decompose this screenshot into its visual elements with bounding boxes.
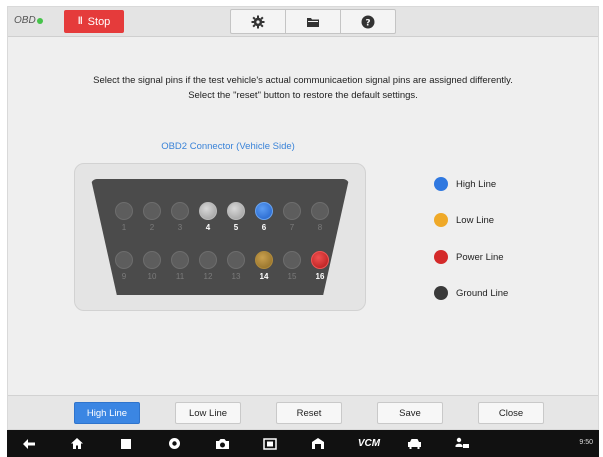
folder-button[interactable] xyxy=(286,10,341,33)
pin-label-10: 10 xyxy=(147,272,157,281)
low-line-button[interactable]: Low Line xyxy=(175,402,241,424)
pin-3[interactable] xyxy=(171,202,189,220)
connector-panel: 1 2 3 4 5 6 7 8 9 10 11 12 13 14 15 16 xyxy=(74,163,366,311)
pin-8[interactable] xyxy=(311,202,329,220)
legend-dot xyxy=(434,213,448,227)
svg-text:?: ? xyxy=(365,18,370,28)
legend-item-high-line: High Line xyxy=(434,176,496,192)
settings-button[interactable] xyxy=(231,10,286,33)
pin-label-14: 14 xyxy=(259,272,269,281)
pin-4[interactable] xyxy=(199,202,217,220)
legend-dot xyxy=(434,250,448,264)
legend-label: Power Line xyxy=(456,251,504,263)
connector-title: OBD2 Connector (Vehicle Side) xyxy=(161,141,295,152)
pin-label-4: 4 xyxy=(205,223,211,232)
car-icon[interactable] xyxy=(402,430,426,457)
pin-16[interactable] xyxy=(311,251,329,269)
pin-13[interactable] xyxy=(227,251,245,269)
pin-label-15: 15 xyxy=(287,272,297,281)
pin-label-6: 6 xyxy=(261,223,267,232)
app-window: OBD ǁ Stop ? Select the signal pins if t… xyxy=(7,6,599,430)
legend-item-ground-line: Ground Line xyxy=(434,285,508,301)
pin-label-2: 2 xyxy=(149,223,155,232)
close-button[interactable]: Close xyxy=(478,402,544,424)
pin-label-11: 11 xyxy=(175,272,185,281)
legend-label: Ground Line xyxy=(456,287,509,299)
pin-label-8: 8 xyxy=(317,223,323,232)
save-button[interactable]: Save xyxy=(377,402,443,424)
status-area: 9:50 xyxy=(579,439,593,446)
pin-label-16: 16 xyxy=(315,272,325,281)
gear-icon xyxy=(251,15,265,28)
folder-icon xyxy=(307,17,319,27)
user-car-icon[interactable] xyxy=(450,430,474,457)
vcm-icon[interactable]: VCM xyxy=(354,430,384,457)
pin-label-13: 13 xyxy=(231,272,241,281)
pin-label-9: 9 xyxy=(121,272,127,281)
high-line-button[interactable]: High Line xyxy=(74,402,140,424)
pin-10[interactable] xyxy=(143,251,161,269)
camera-icon[interactable] xyxy=(210,430,234,457)
bottom-action-bar: High Line Low Line Reset Save Close xyxy=(8,395,598,429)
pause-icon: ǁ xyxy=(77,16,83,27)
instructions-text: Select the signal pins if the test vehic… xyxy=(8,73,598,103)
help-button[interactable]: ? xyxy=(341,10,395,33)
top-bar: OBD ǁ Stop ? xyxy=(8,7,598,37)
pin-14[interactable] xyxy=(255,251,273,269)
legend-dot xyxy=(434,286,448,300)
legend-dot xyxy=(434,177,448,191)
screenshot-icon[interactable] xyxy=(258,430,282,457)
toolbar: ? xyxy=(230,9,396,34)
pin-label-7: 7 xyxy=(289,223,295,232)
instruction-line-1: Select the signal pins if the test vehic… xyxy=(93,75,513,86)
pin-label-3: 3 xyxy=(177,223,183,232)
browser-icon[interactable] xyxy=(162,430,186,457)
pin-11[interactable] xyxy=(171,251,189,269)
legend-item-power-line: Power Line xyxy=(434,249,504,265)
pin-5[interactable] xyxy=(227,202,245,220)
back-icon[interactable] xyxy=(17,430,41,457)
pin-2[interactable] xyxy=(143,202,161,220)
legend-item-low-line: Low Line xyxy=(434,212,494,228)
pin-15[interactable] xyxy=(283,251,301,269)
help-icon: ? xyxy=(361,15,375,28)
system-nav-bar: VCM 9:50 xyxy=(7,430,599,457)
recents-icon[interactable] xyxy=(114,430,138,457)
home-icon[interactable] xyxy=(65,430,89,457)
garage-icon[interactable] xyxy=(306,430,330,457)
obd-logo: OBD xyxy=(14,15,43,26)
connection-status-dot xyxy=(36,18,43,24)
pin-label-5: 5 xyxy=(233,223,239,232)
legend-label: Low Line xyxy=(456,214,495,226)
instruction-line-2: Select the "reset" button to restore the… xyxy=(188,90,418,101)
connector-body: 1 2 3 4 5 6 7 8 9 10 11 12 13 14 15 16 xyxy=(91,179,349,295)
pin-1[interactable] xyxy=(115,202,133,220)
stop-label: Stop xyxy=(87,15,111,28)
pin-12[interactable] xyxy=(199,251,217,269)
reset-button[interactable]: Reset xyxy=(276,402,342,424)
stop-button[interactable]: ǁ Stop xyxy=(64,10,124,33)
legend-label: High Line xyxy=(456,178,497,190)
pin-9[interactable] xyxy=(115,251,133,269)
pin-label-12: 12 xyxy=(203,272,213,281)
pin-6[interactable] xyxy=(255,202,273,220)
pin-label-1: 1 xyxy=(121,223,127,232)
pin-7[interactable] xyxy=(283,202,301,220)
